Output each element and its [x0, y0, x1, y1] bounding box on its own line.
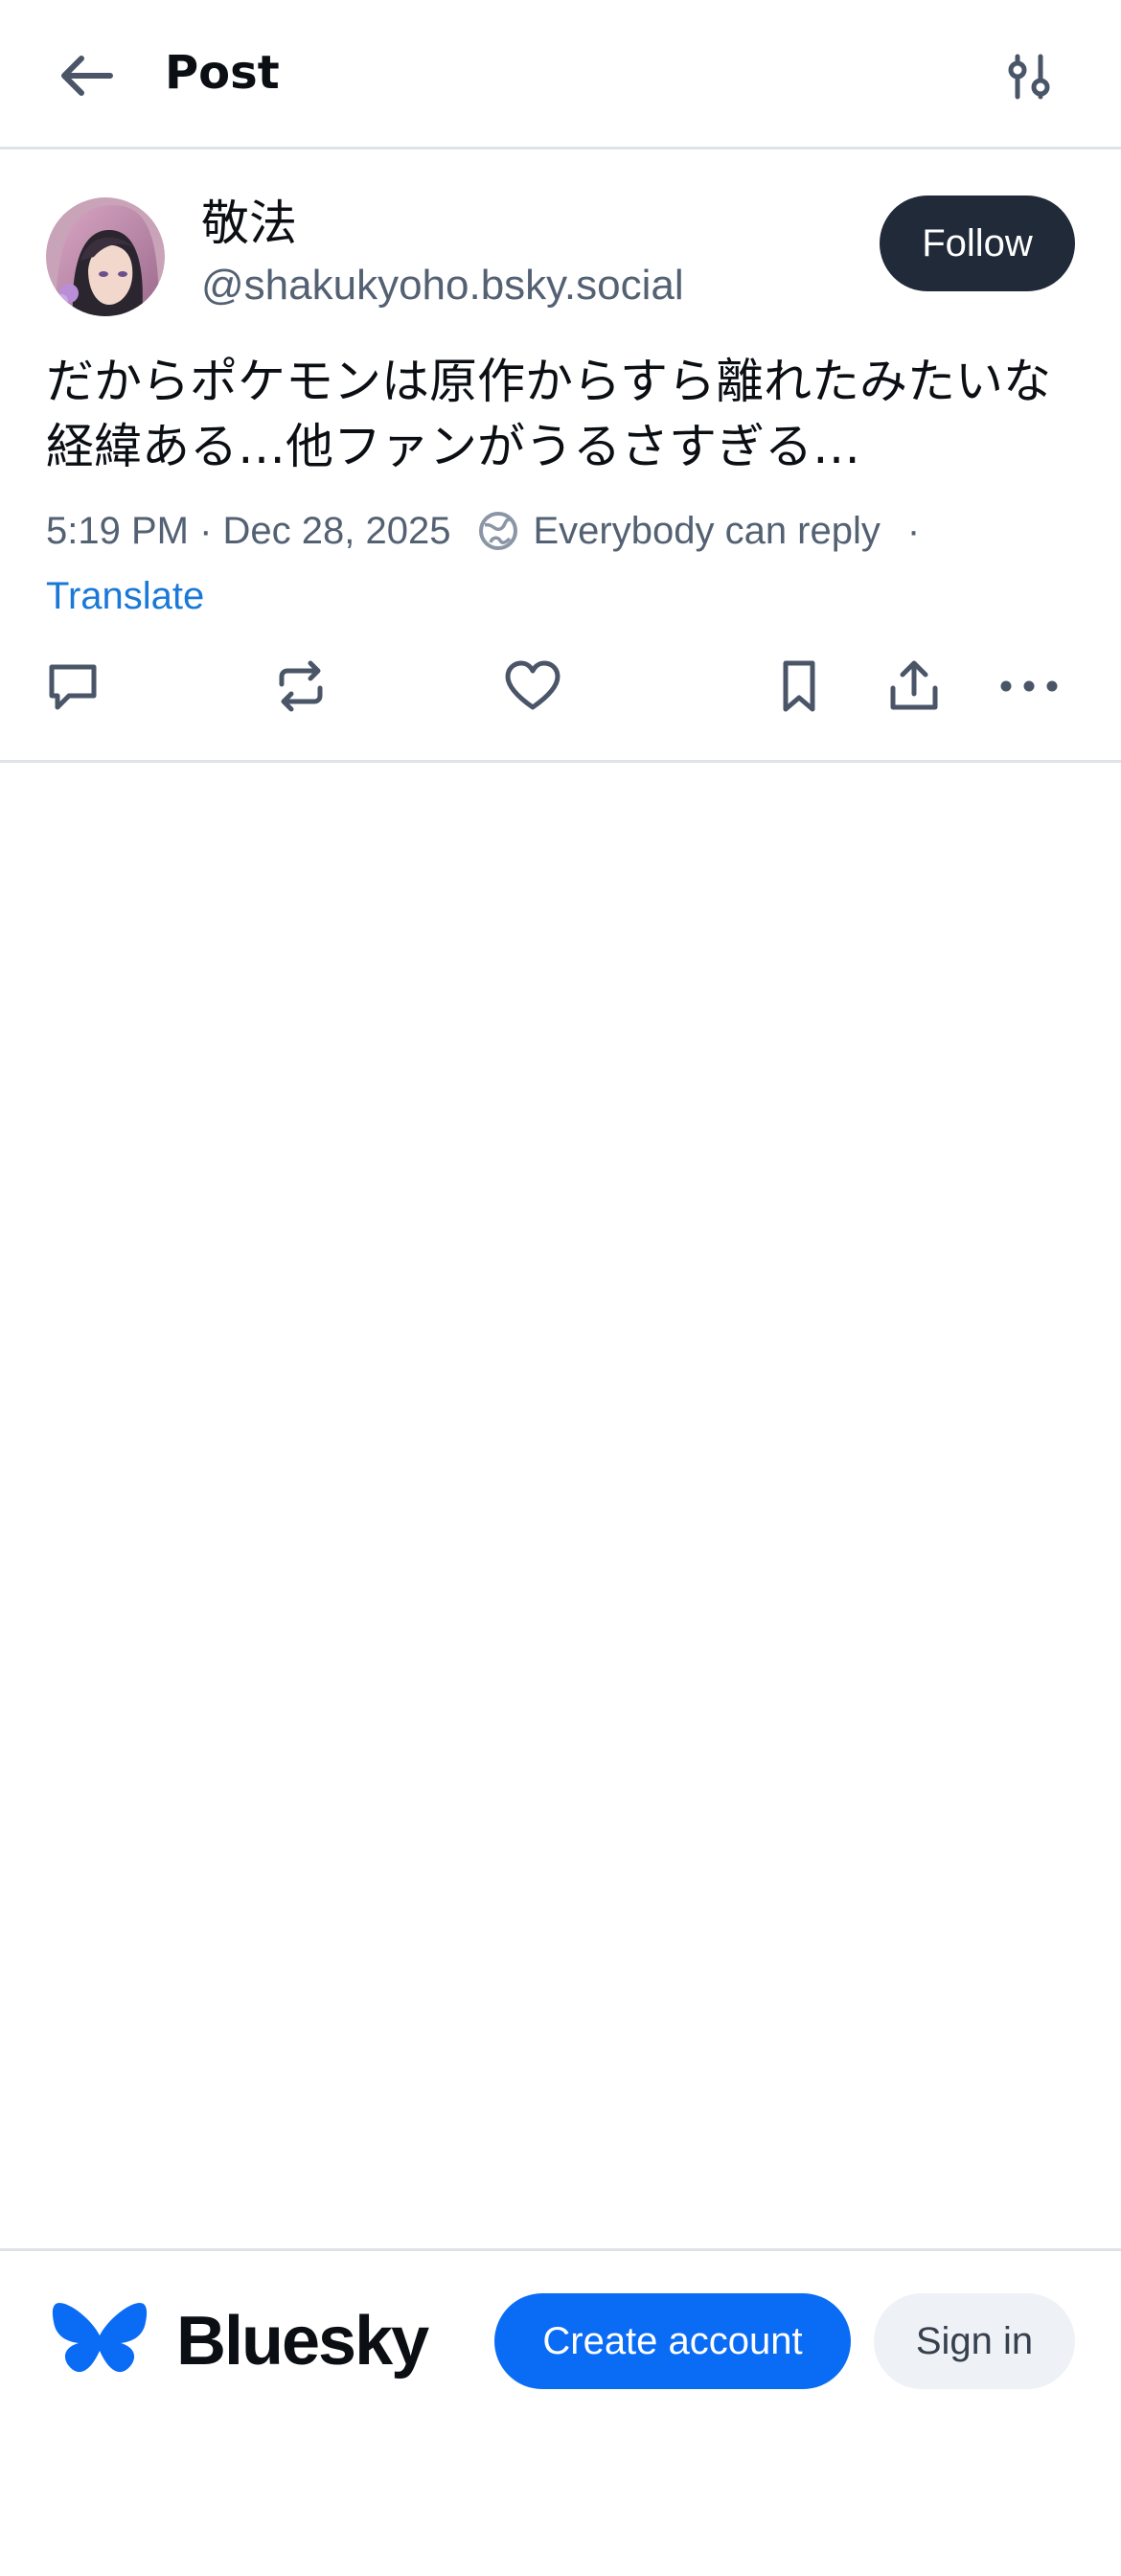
sliders-icon	[1008, 54, 1050, 100]
arrow-left-icon	[61, 56, 113, 96]
more-dots-icon	[1000, 680, 1058, 692]
top-bar: Post	[0, 0, 1121, 150]
author-display-name[interactable]: 敬法	[201, 194, 297, 253]
comment-icon	[49, 664, 97, 710]
author-handle[interactable]: @shakukyoho.bsky.social	[201, 259, 684, 312]
share-icon	[890, 660, 938, 710]
bookmark-button[interactable]	[761, 648, 837, 724]
share-button[interactable]	[876, 648, 952, 724]
bookmark-icon	[783, 660, 815, 712]
repost-button[interactable]	[263, 648, 339, 724]
post: 敬法 @shakukyoho.bsky.social Follow だからポケモ…	[0, 150, 1121, 763]
heart-icon	[505, 660, 560, 710]
avatar[interactable]	[46, 197, 165, 316]
bluesky-logo[interactable]: Bluesky	[50, 2297, 429, 2385]
anime-avatar-image	[46, 197, 165, 316]
post-meta: 5:19 PM · Dec 28, 2025 Everybody can rep…	[46, 504, 920, 558]
post-timestamp[interactable]: 5:19 PM · Dec 28, 2025	[46, 510, 450, 553]
post-actions	[0, 648, 1121, 724]
reply-button[interactable]	[34, 648, 111, 724]
thread-settings-button[interactable]	[993, 42, 1065, 111]
post-body-text: だからポケモンは原作からすら離れたみたいな経緯ある…他ファンがうるさすぎる…	[46, 354, 1051, 474]
meta-separator: ·	[906, 509, 921, 552]
butterfly-icon	[52, 2303, 148, 2373]
translate-link[interactable]: Translate	[46, 571, 204, 621]
sign-in-button[interactable]: Sign in	[874, 2293, 1075, 2389]
more-options-button[interactable]	[991, 648, 1067, 724]
reply-setting[interactable]: Everybody can reply	[477, 509, 881, 553]
page-title: Post	[165, 46, 280, 100]
back-button[interactable]	[46, 36, 125, 115]
create-account-button[interactable]: Create account	[494, 2293, 851, 2389]
follow-button[interactable]: Follow	[880, 196, 1075, 291]
reply-setting-label: Everybody can reply	[533, 509, 881, 552]
brand-wordmark: Bluesky	[176, 2303, 429, 2380]
like-button[interactable]	[494, 648, 571, 724]
repost-icon	[279, 660, 323, 712]
signup-footer: Bluesky Create account Sign in	[0, 2248, 1121, 2430]
globe-icon	[477, 510, 519, 552]
app: Post 敬法 @shakukyoho.bsky.social Follow だ…	[0, 0, 1121, 2576]
